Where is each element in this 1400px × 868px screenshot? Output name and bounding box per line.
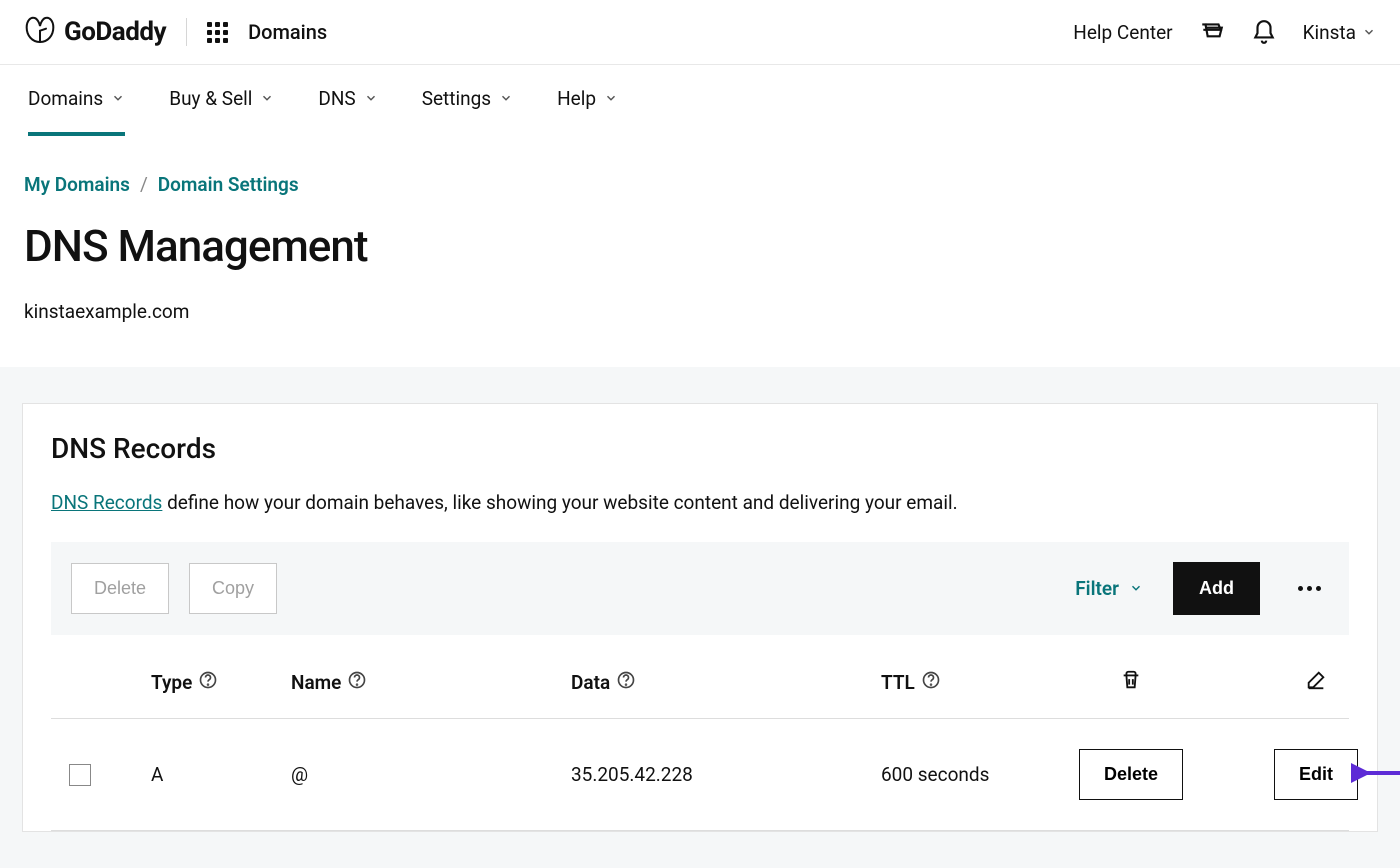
column-name: Name bbox=[291, 670, 571, 695]
bulk-delete-button[interactable]: Delete bbox=[71, 563, 169, 614]
column-ttl: TTL bbox=[881, 670, 1041, 695]
row-delete-button[interactable]: Delete bbox=[1079, 749, 1183, 800]
godaddy-logo-icon bbox=[24, 14, 56, 50]
dns-records-card: DNS Records DNS Records define how your … bbox=[22, 403, 1378, 832]
more-options-button[interactable] bbox=[1290, 578, 1329, 599]
help-icon[interactable] bbox=[616, 670, 636, 695]
cell-data: 35.205.42.228 bbox=[571, 763, 881, 786]
help-icon[interactable] bbox=[347, 670, 367, 695]
content-area: DNS Records DNS Records define how your … bbox=[0, 367, 1400, 868]
help-center-link[interactable]: Help Center bbox=[1073, 21, 1172, 44]
toolbar-left: Delete Copy bbox=[71, 563, 277, 614]
chevron-down-icon bbox=[1129, 577, 1143, 600]
chevron-down-icon bbox=[1362, 21, 1376, 44]
nav-tab-settings[interactable]: Settings bbox=[422, 87, 513, 136]
nav-tabs: Domains Buy & Sell DNS Settings Help bbox=[0, 65, 1400, 137]
add-record-button[interactable]: Add bbox=[1173, 562, 1260, 615]
cell-ttl: 600 seconds bbox=[881, 763, 1041, 786]
domain-name: kinstaexample.com bbox=[24, 300, 1376, 323]
chevron-down-icon bbox=[111, 87, 125, 110]
user-name: Kinsta bbox=[1303, 21, 1356, 44]
column-type: Type bbox=[151, 670, 291, 695]
chevron-down-icon bbox=[260, 87, 274, 110]
nav-tab-dns[interactable]: DNS bbox=[318, 87, 377, 136]
row-edit-button[interactable]: Edit bbox=[1274, 749, 1358, 800]
cell-name: @ bbox=[291, 763, 571, 786]
trash-icon bbox=[1120, 669, 1142, 696]
top-header: GoDaddy Domains Help Center Kinsta bbox=[0, 0, 1400, 65]
column-edit bbox=[1221, 669, 1400, 696]
chevron-down-icon bbox=[364, 87, 378, 110]
chevron-down-icon bbox=[604, 87, 618, 110]
breadcrumb-domain-settings[interactable]: Domain Settings bbox=[158, 173, 299, 196]
nav-tab-label: DNS bbox=[318, 87, 355, 110]
card-title: DNS Records bbox=[51, 432, 1349, 465]
apps-grid-icon[interactable] bbox=[207, 22, 228, 43]
cell-type: A bbox=[151, 763, 291, 786]
notifications-button[interactable] bbox=[1251, 19, 1277, 45]
dns-records-table: Type Name Data TTL bbox=[51, 635, 1349, 831]
context-label: Domains bbox=[248, 20, 327, 44]
breadcrumb-my-domains[interactable]: My Domains bbox=[24, 173, 130, 196]
card-description: DNS Records define how your domain behav… bbox=[51, 491, 1349, 514]
table-row: A @ 35.205.42.228 600 seconds Delete Edi… bbox=[51, 719, 1349, 831]
logo-text: GoDaddy bbox=[64, 17, 166, 47]
row-checkbox[interactable] bbox=[69, 764, 91, 786]
nav-tab-domains[interactable]: Domains bbox=[28, 87, 125, 136]
nav-tab-buy-sell[interactable]: Buy & Sell bbox=[169, 87, 274, 136]
breadcrumb: My Domains / Domain Settings bbox=[24, 173, 1376, 196]
divider bbox=[186, 18, 187, 46]
cart-button[interactable] bbox=[1199, 19, 1225, 45]
chevron-down-icon bbox=[499, 87, 513, 110]
column-delete bbox=[1041, 669, 1221, 696]
records-toolbar: Delete Copy Filter Add bbox=[51, 542, 1349, 635]
toolbar-right: Filter Add bbox=[1075, 562, 1329, 615]
annotation-arrow bbox=[1351, 763, 1400, 788]
header-left: GoDaddy Domains bbox=[24, 14, 327, 50]
nav-tab-help[interactable]: Help bbox=[557, 87, 618, 136]
filter-label: Filter bbox=[1075, 577, 1119, 600]
page-head: My Domains / Domain Settings DNS Managem… bbox=[0, 137, 1400, 367]
nav-tab-label: Domains bbox=[28, 87, 103, 110]
page-title: DNS Management bbox=[24, 220, 1376, 272]
help-icon[interactable] bbox=[198, 670, 218, 695]
dns-records-help-link[interactable]: DNS Records bbox=[51, 491, 162, 514]
user-menu[interactable]: Kinsta bbox=[1303, 21, 1376, 44]
help-icon[interactable] bbox=[921, 670, 941, 695]
column-data: Data bbox=[571, 670, 881, 695]
nav-tab-label: Help bbox=[557, 87, 596, 110]
breadcrumb-separator: / bbox=[140, 173, 148, 196]
nav-tab-label: Buy & Sell bbox=[169, 87, 252, 110]
edit-icon bbox=[1305, 669, 1327, 696]
card-description-text: define how your domain behaves, like sho… bbox=[162, 491, 957, 514]
logo[interactable]: GoDaddy bbox=[24, 14, 166, 50]
table-header: Type Name Data TTL bbox=[51, 635, 1349, 719]
header-right: Help Center Kinsta bbox=[1073, 19, 1376, 45]
nav-tab-label: Settings bbox=[422, 87, 491, 110]
bulk-copy-button[interactable]: Copy bbox=[189, 563, 277, 614]
filter-button[interactable]: Filter bbox=[1075, 577, 1143, 600]
